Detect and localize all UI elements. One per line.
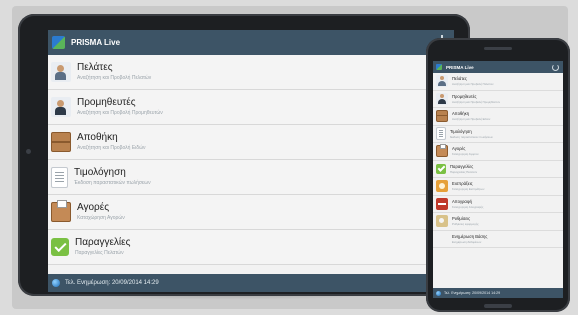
power-icon[interactable] [552,63,559,71]
menu-item-subtitle: Αναζήτηση και Προβολή Ειδών [452,117,491,122]
suppliers-icon [436,92,448,105]
menu-item-subtitle: Καταχώρηση Απογραφής [452,204,484,209]
menu-item-customers[interactable]: Πελάτες Αναζήτηση και Προβολή Πελατών [48,55,454,90]
menu-item-inventory[interactable]: Απογραφή Καταχώρηση Απογραφής [433,196,563,213]
menu-item-subtitle: Καταχώρηση Εισπράξεων [452,187,485,192]
phone-speaker [484,47,512,50]
menu-item-label: Αγορές [77,202,110,213]
tablet-device: PRISMA Live Πελάτες Αναζήτηση και Προβολ… [18,14,470,296]
purchases-icon [436,144,448,158]
menu-item-subtitle: Αναζήτηση και Προβολή Προμηθευτών [452,99,500,104]
prisma-logo-icon [52,36,65,49]
phone-status-bar: Τελ. Ενημέρωση: 20/09/2014 14:29 [433,288,563,298]
sync-icon [436,233,448,245]
menu-item-label: Προμηθευτές [77,97,136,108]
tablet-menu-list: Πελάτες Αναζήτηση και Προβολή Πελατών Πρ… [48,55,454,265]
menu-item-subtitle: Καταχώρηση Αγορών [452,152,479,157]
menu-item-orders[interactable]: Παραγγελίες Παραγγελίες Πελατών [48,230,454,265]
last-update-text: Τελ. Ενημέρωση: 20/09/2014 14:29 [444,291,501,295]
menu-item-label: Παραγγελίες [75,237,131,248]
menu-item-suppliers[interactable]: Προμηθευτές Αναζήτηση και Προβολή Προμηθ… [48,90,454,125]
phone-device: PRISMA Live Πελάτες Αναζήτηση και Προβολή… [426,38,570,312]
app-title: PRISMA Live [446,64,474,70]
menu-item-label: Πελάτες [77,62,113,73]
menu-item-purchases[interactable]: Αγορές Καταχώρηση Αγορών [48,195,454,230]
menu-item-receipts[interactable]: Εισπράξεις Καταχώρηση Εισπράξεων [433,178,563,196]
customers-icon [51,62,71,82]
tablet-screen: PRISMA Live Πελάτες Αναζήτηση και Προβολ… [48,30,454,292]
menu-item-subtitle: Παραγγελίες Πελατών [75,250,124,256]
menu-item-subtitle: Αναζήτηση και Προβολή Προμηθευτών [77,110,163,116]
menu-item-orders[interactable]: Παραγγελίες Παραγγελίες Πελατών [433,161,563,178]
menu-item-settings[interactable]: Ρυθμίσεις Ρυθμίσεις εφαρμογής [433,213,563,231]
menu-item-subtitle: Έκδοση παραστατικών πωλήσεων [450,134,493,139]
customers-icon [436,75,448,88]
menu-item-customers[interactable]: Πελάτες Αναζήτηση και Προβολή Πελατών [433,73,563,91]
menu-item-invoicing[interactable]: Τιμολόγηση Έκδοση παραστατικών πωλήσεων [433,126,563,143]
invoice-icon [51,166,68,188]
menu-item-warehouse[interactable]: Αποθήκη Αναζήτηση και Προβολή Ειδών [433,108,563,126]
menu-item-subtitle: Ενημέρωση δεδομένων [452,239,482,244]
phone-screen: PRISMA Live Πελάτες Αναζήτηση και Προβολή… [433,61,563,298]
tablet-app-bar: PRISMA Live [48,30,454,55]
menu-item-invoicing[interactable]: Τιμολόγηση Έκδοση παραστατικών πωλήσεων [48,160,454,195]
suppliers-icon [51,97,71,117]
orders-icon [51,238,69,256]
menu-item-subtitle: Αναζήτηση και Προβολή Ειδών [77,145,146,151]
settings-icon [436,215,448,228]
menu-item-suppliers[interactable]: Προμηθευτές Αναζήτηση και Προβολή Προμηθε… [433,91,563,108]
menu-item-subtitle: Αναζήτηση και Προβολή Πελατών [77,75,152,81]
prisma-logo-icon [436,64,442,70]
menu-item-warehouse[interactable]: Αποθήκη Αναζήτηση και Προβολή Ειδών [48,125,454,160]
receipts-icon [436,180,448,193]
phone-app-bar: PRISMA Live [433,61,563,73]
tablet-camera [26,149,31,154]
menu-item-subtitle: Αναζήτηση και Προβολή Πελατών [452,82,494,87]
menu-item-database-update[interactable]: Ενημέρωση Βάσης Ενημέρωση δεδομένων [433,231,563,248]
tablet-status-bar: Τελ. Ενημέρωση: 20/09/2014 14:29 [48,274,454,292]
globe-icon [436,290,441,296]
app-title: PRISMA Live [71,38,121,47]
last-update-text: Τελ. Ενημέρωση: 20/09/2014 14:29 [65,280,159,286]
invoice-icon [436,127,446,141]
phone-home-button [484,304,512,308]
inventory-icon [436,197,448,210]
menu-item-subtitle: Ρυθμίσεις εφαρμογής [452,222,479,227]
purchases-icon [51,200,71,222]
menu-item-label: Αποθήκη [77,132,118,143]
warehouse-box-icon [51,132,71,152]
menu-item-label: Τιμολόγηση [74,167,126,178]
orders-icon [436,163,446,174]
warehouse-box-icon [436,110,448,123]
menu-item-subtitle: Καταχώρηση Αγορών [77,215,125,221]
menu-item-purchases[interactable]: Αγορές Καταχώρηση Αγορών [433,143,563,161]
globe-icon [52,279,60,287]
menu-item-subtitle: Έκδοση παραστατικών πωλήσεων [74,180,151,186]
menu-item-subtitle: Παραγγελίες Πελατών [450,169,478,174]
phone-menu-list: Πελάτες Αναζήτηση και Προβολή Πελατών Προ… [433,73,563,248]
